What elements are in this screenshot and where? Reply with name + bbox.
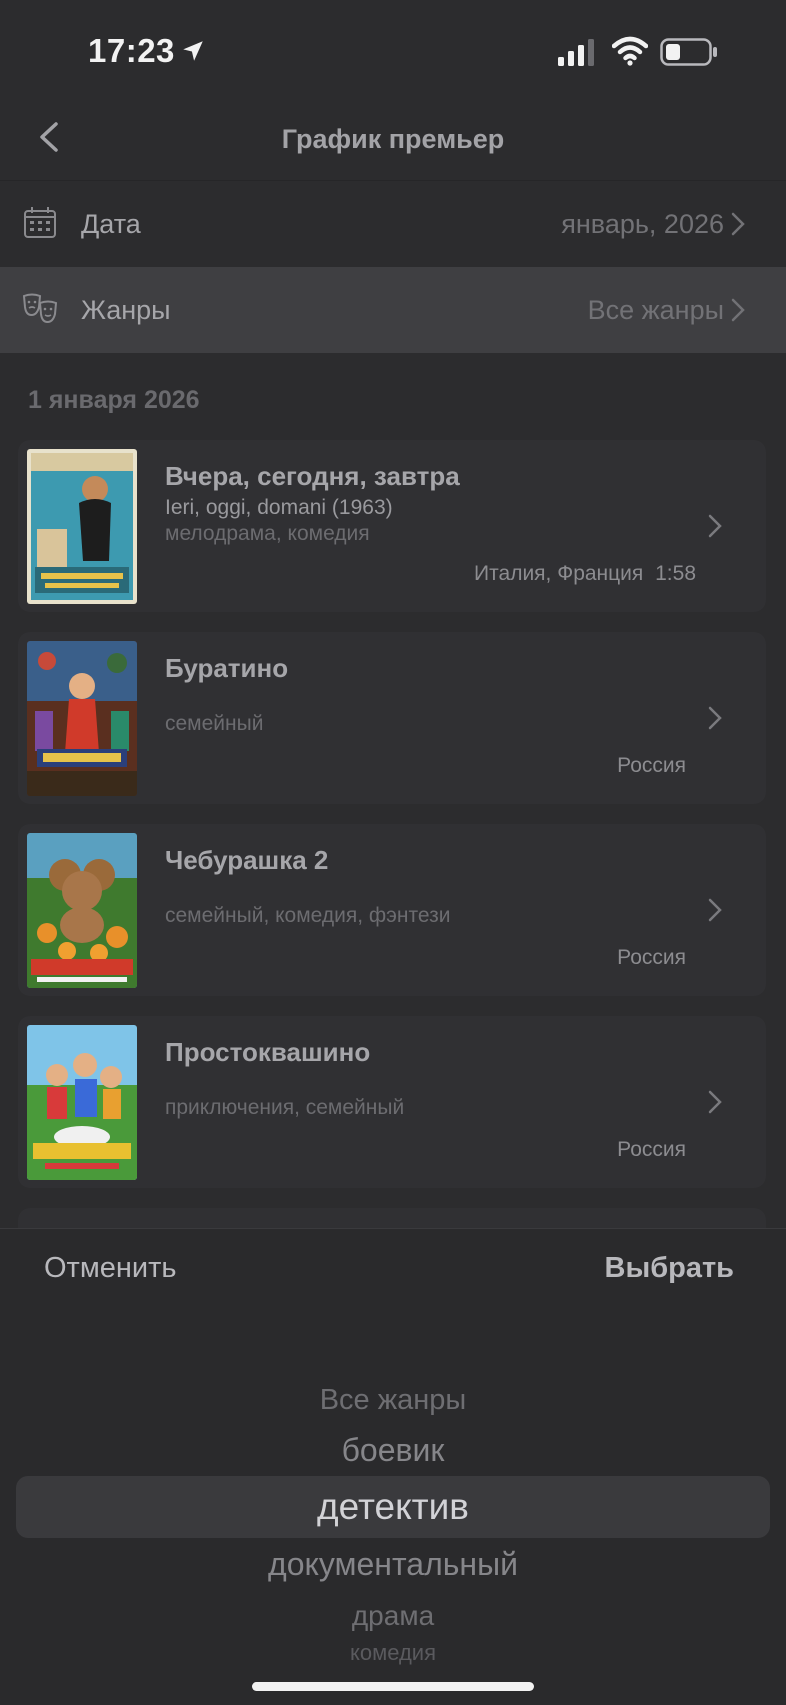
genre-filter-row[interactable]: Жанры Все жанры: [0, 267, 786, 353]
movie-title: Чебурашка 2: [165, 845, 329, 875]
movie-genres: семейный: [165, 712, 264, 735]
movie-card[interactable]: Простоквашино приключения, семейный Росс…: [18, 1016, 766, 1188]
chevron-right-icon: [731, 298, 745, 322]
movie-original-title: Ieri, oggi, domani (1963): [165, 496, 393, 519]
movie-duration: 1:58: [655, 562, 696, 585]
picker-option[interactable]: боевик: [0, 1432, 786, 1469]
cancel-button[interactable]: Отменить: [44, 1252, 177, 1285]
chevron-right-icon: [708, 706, 722, 730]
picker-option[interactable]: документальный: [0, 1546, 786, 1583]
status-time: 17:23: [88, 32, 175, 69]
movie-genres: мелодрама, комедия: [165, 522, 370, 545]
movie-country: Россия: [617, 946, 686, 969]
picker-option-selected[interactable]: детектив: [0, 1486, 786, 1528]
date-filter-value: январь, 2026: [561, 209, 724, 239]
cellular-signal-icon: [558, 39, 594, 66]
chevron-right-icon: [731, 212, 745, 236]
movie-card[interactable]: Вчера, сегодня, завтра Ieri, oggi, doman…: [18, 440, 766, 612]
movie-country: Италия, Франция: [474, 562, 644, 585]
date-filter-label: Дата: [81, 209, 141, 239]
movie-genres: семейный, комедия, фэнтези: [165, 904, 451, 927]
movie-country-duration: Италия, Франция 1:58: [474, 562, 696, 586]
picker-option[interactable]: комедия: [0, 1640, 786, 1666]
movie-poster: [27, 833, 137, 988]
movie-card[interactable]: Чебурашка 2 семейный, комедия, фэнтези Р…: [18, 824, 766, 996]
movie-title: Буратино: [165, 653, 289, 683]
chevron-right-icon: [708, 898, 722, 922]
movie-country: Россия: [617, 754, 686, 777]
date-filter-row[interactable]: Дата январь, 2026: [0, 180, 786, 267]
movie-card[interactable]: Буратино семейный Россия: [18, 632, 766, 804]
location-arrow-icon: [183, 41, 203, 61]
movie-genres: приключения, семейный: [165, 1096, 405, 1119]
theater-masks-icon: [22, 293, 58, 324]
battery-icon: [660, 38, 717, 66]
genre-filter-label: Жанры: [81, 295, 171, 325]
chevron-right-icon: [708, 1090, 722, 1114]
home-indicator: [252, 1682, 534, 1691]
movie-poster: [27, 449, 137, 604]
movie-poster: [27, 641, 137, 796]
chevron-right-icon: [708, 514, 722, 538]
picker-option[interactable]: драма: [0, 1600, 786, 1632]
calendar-icon: [24, 207, 56, 238]
wifi-icon: [612, 36, 648, 66]
movie-title: Вчера, сегодня, завтра: [165, 461, 460, 491]
movie-poster: [27, 1025, 137, 1180]
picker-option[interactable]: Все жанры: [0, 1384, 786, 1417]
section-date-header: 1 января 2026: [28, 386, 200, 414]
movie-country: Россия: [617, 1138, 686, 1161]
movie-title: Простоквашино: [165, 1037, 371, 1067]
select-button[interactable]: Выбрать: [605, 1252, 735, 1285]
genre-filter-value: Все жанры: [587, 295, 724, 325]
page-title: График премьер: [281, 124, 505, 154]
